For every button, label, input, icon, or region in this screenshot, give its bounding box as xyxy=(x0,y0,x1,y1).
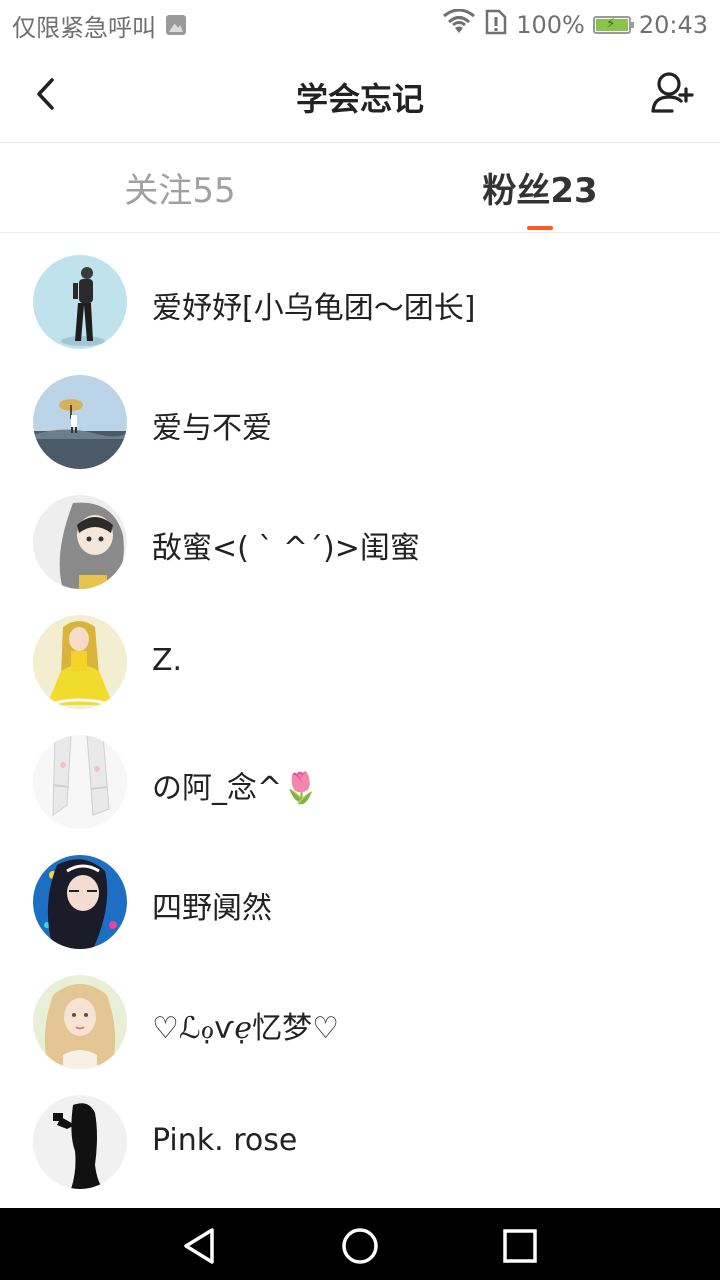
status-right: 100% ⚡ 20:43 xyxy=(434,8,708,42)
avatar-girl-hood xyxy=(33,495,127,589)
tab-followers[interactable]: 粉丝23 xyxy=(360,143,720,232)
home-circle-icon[interactable] xyxy=(340,1226,380,1266)
battery-percentage: 100% xyxy=(516,11,585,39)
page-title: 学会忘记 xyxy=(295,80,424,118)
add-user-icon xyxy=(650,71,696,119)
back-triangle-icon[interactable] xyxy=(180,1226,220,1266)
follower-name: 爱妤妤[小乌龟团～团长] xyxy=(152,291,476,326)
avatar-blonde-girl xyxy=(33,975,127,1069)
follower-name: Pink. rose xyxy=(152,1123,298,1158)
tab-bar: 关注55 粉丝23 xyxy=(0,143,720,233)
sim-alert-icon xyxy=(484,9,508,41)
active-tab-indicator xyxy=(527,226,553,230)
battery-charging-icon: ⚡ xyxy=(592,16,634,34)
tab-following[interactable]: 关注55 xyxy=(0,143,360,232)
follower-name: 爱与不爱 xyxy=(152,411,272,446)
recents-square-icon[interactable] xyxy=(500,1226,540,1266)
list-item[interactable]: 四野阒然 xyxy=(0,833,720,953)
header: 学会忘记 xyxy=(0,50,720,143)
follower-name: Z. xyxy=(152,643,183,678)
avatar-yellow-dress xyxy=(33,615,127,709)
follower-name: の阿_念^🌷 xyxy=(152,771,320,806)
list-item[interactable]: Z. xyxy=(0,593,720,713)
follower-name: ♡ℒℴ̣ѵℯ̣忆梦♡ xyxy=(152,1011,339,1046)
add-user-button[interactable] xyxy=(648,70,698,120)
status-left: 仅限紧急呼叫 xyxy=(12,8,186,42)
avatar-anime-blue xyxy=(33,855,127,949)
carrier-status-text: 仅限紧急呼叫 xyxy=(12,13,156,42)
list-item[interactable]: ♡ℒℴ̣ѵℯ̣忆梦♡ xyxy=(0,953,720,1073)
avatar-legs-stockings xyxy=(33,735,127,829)
list-item[interactable]: 爱与不爱 xyxy=(0,353,720,473)
status-time: 20:43 xyxy=(638,11,708,39)
list-item[interactable]: Pink. rose xyxy=(0,1073,720,1193)
system-nav-bar xyxy=(0,1208,720,1280)
list-item[interactable]: 敌蜜<( ` ^´)>闺蜜 xyxy=(0,473,720,593)
wifi-icon xyxy=(442,8,476,41)
tab-following-label: 关注55 xyxy=(124,171,236,211)
follower-name: 四野阒然 xyxy=(152,891,272,926)
avatar-umbrella-landscape xyxy=(33,375,127,469)
avatar-girl-standing xyxy=(33,255,127,349)
followers-screen: 仅限紧急呼叫 100% ⚡ 20:43 学会忘记 关注55 粉丝23 爱妤妤[小… xyxy=(0,0,720,1280)
follower-name: 敌蜜<( ` ^´)>闺蜜 xyxy=(152,531,420,566)
avatar-silhouette-girl xyxy=(33,1095,127,1189)
status-bar: 仅限紧急呼叫 100% ⚡ 20:43 xyxy=(0,0,720,50)
follower-list: 爱妤妤[小乌龟团～团长] 爱与不爱 敌蜜<(` ^´)>闺蜜 Z. の阿_念^… xyxy=(0,233,720,1208)
list-item[interactable]: 爱妤妤[小乌龟团～团长] xyxy=(0,233,720,353)
tab-followers-label: 粉丝23 xyxy=(482,171,598,211)
image-notification-icon xyxy=(166,15,186,35)
list-item[interactable]: の阿_念^🌷 xyxy=(0,713,720,833)
